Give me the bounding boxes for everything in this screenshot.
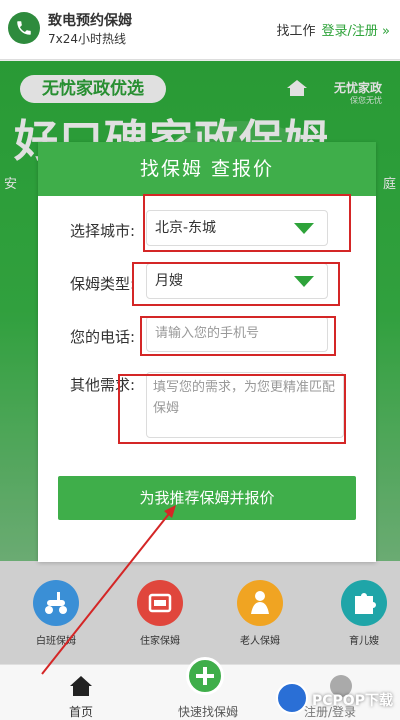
watermark-text: PCPOP下载: [312, 693, 393, 709]
watermark-logo-icon: [276, 682, 308, 714]
annotation-arrow: [41, 505, 176, 675]
watermark: PCPOP下载: [276, 680, 396, 716]
